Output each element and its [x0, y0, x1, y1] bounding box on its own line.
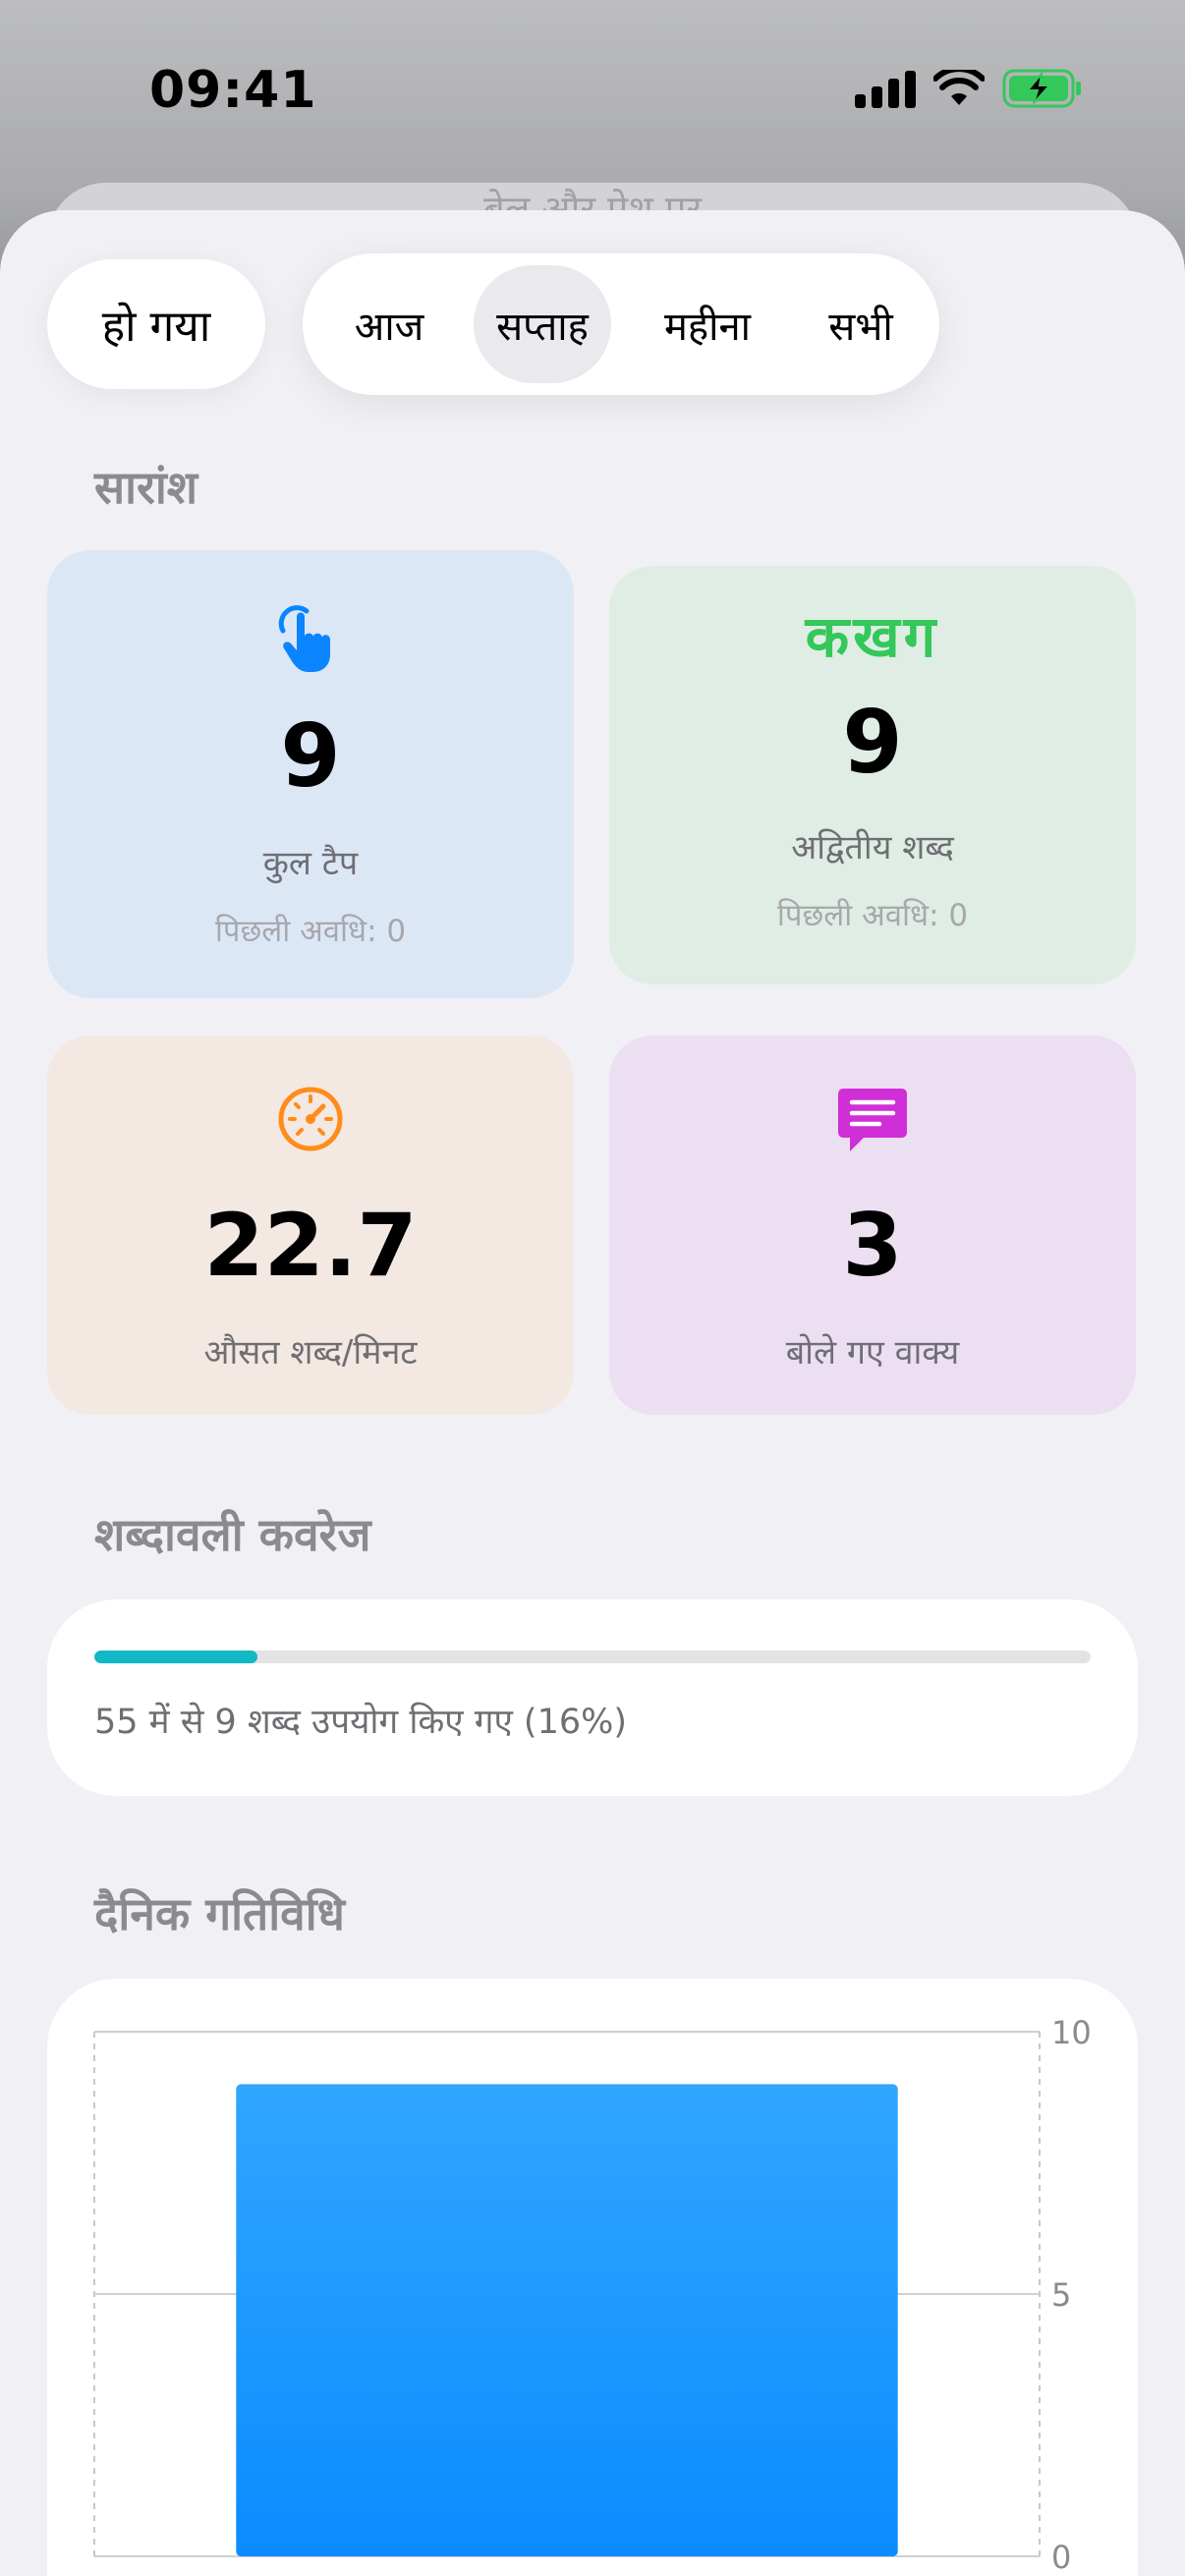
segment-week[interactable]: सप्ताह [474, 265, 611, 383]
battery-charging-icon [1002, 69, 1081, 108]
spoken-sentences-card: 3 बोले गए वाक्य [609, 1036, 1136, 1415]
total-taps-card: 9 कुल टैप पिछली अवधि: 0 [47, 550, 574, 998]
avg-wpm-label: औसत शब्द/मिनट [203, 1333, 418, 1372]
daily-activity-chart: 0 5 10 [93, 2014, 1092, 2576]
total-taps-previous: पिछली अवधि: 0 [214, 914, 407, 949]
devanagari-letters-icon: कखग [609, 595, 1136, 673]
message-bubble-icon [609, 1085, 1136, 1157]
summary-title: सारांश [94, 461, 198, 514]
total-taps-label: कुल टैप [262, 844, 359, 883]
devanagari-letters-text: कखग [805, 603, 940, 670]
total-taps-value: 9 [280, 705, 341, 807]
coverage-progress-fill [94, 1651, 257, 1663]
screen: 09:41 बेल और ऐश पर हो गया आज सप्ताह महीन… [0, 0, 1185, 2576]
speedometer-icon [47, 1085, 574, 1153]
chart-bar [236, 2084, 898, 2556]
coverage-card: 55 में से 9 शब्द उपयोग किए गए (16%) [47, 1599, 1138, 1796]
avg-wpm-value: 22.7 [203, 1195, 418, 1296]
segment-month[interactable]: महीना [629, 265, 786, 383]
status-time: 09:41 [149, 61, 317, 120]
hand-tap-icon [47, 597, 574, 676]
wifi-icon [933, 70, 985, 105]
segment-today[interactable]: आज [322, 265, 456, 383]
period-segmented-control: आज सप्ताह महीना सभी [303, 253, 939, 395]
coverage-progress-bar [94, 1651, 1091, 1663]
cellular-signal-icon [855, 69, 916, 108]
spoken-sentences-label: बोले गए वाक्य [785, 1333, 960, 1372]
stats-sheet: हो गया आज सप्ताह महीना सभी सारांश 9 कुल … [0, 210, 1185, 2576]
chart-ytick-label: 0 [1051, 2539, 1071, 2576]
spoken-sentences-value: 3 [842, 1195, 903, 1296]
avg-wpm-card: 22.7 औसत शब्द/मिनट [47, 1036, 574, 1415]
done-button[interactable]: हो गया [47, 259, 265, 389]
coverage-text: 55 में से 9 शब्द उपयोग किए गए (16%) [94, 1703, 628, 1742]
chart-ytick-label: 5 [1051, 2276, 1071, 2314]
unique-words-previous: पिछली अवधि: 0 [776, 898, 969, 933]
unique-words-label: अद्वितीय शब्द [791, 828, 954, 868]
daily-activity-chart-card: 0 5 10 [47, 1979, 1138, 2576]
activity-title: दैनिक गतिविधि [94, 1887, 345, 1940]
chart-ytick-label: 10 [1051, 2014, 1092, 2051]
coverage-title: शब्दावली कवरेज [94, 1508, 371, 1561]
unique-words-card: कखग 9 अद्वितीय शब्द पिछली अवधि: 0 [609, 566, 1136, 984]
status-icons [855, 69, 1083, 108]
unique-words-value: 9 [842, 692, 903, 793]
segment-all[interactable]: सभी [802, 265, 920, 383]
